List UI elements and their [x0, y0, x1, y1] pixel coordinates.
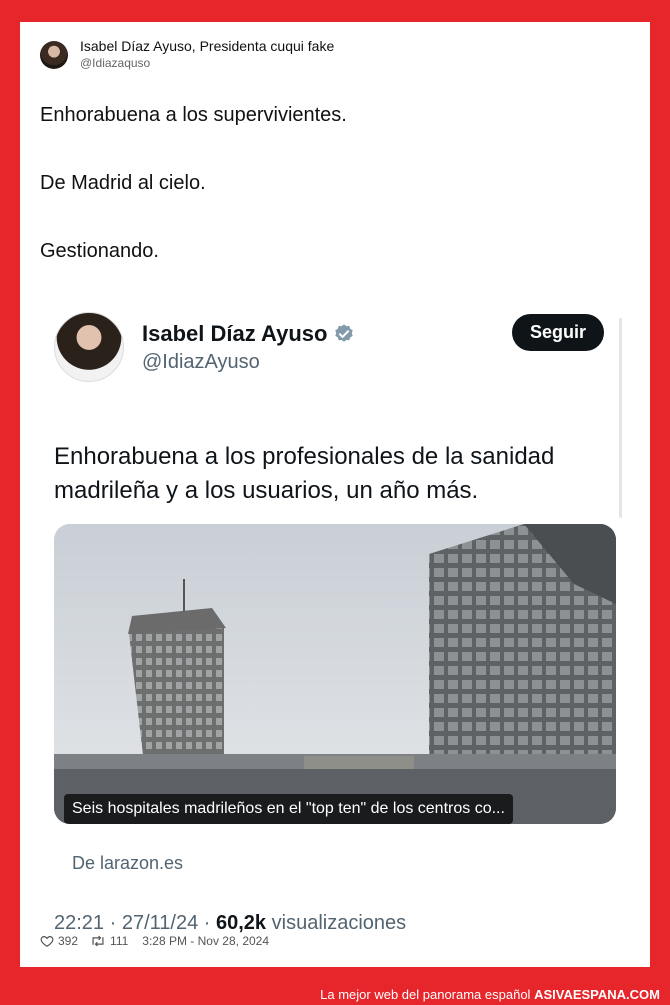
quoted-author-name[interactable]: Isabel Díaz Ayuso — [142, 321, 327, 347]
avatar[interactable] — [54, 312, 124, 382]
tweet-text-line-1: Enhorabuena a los supervivientes. — [40, 104, 347, 126]
avatar[interactable] — [40, 41, 68, 69]
likes-count: 392 — [58, 934, 79, 948]
meta-separator: · — [109, 912, 122, 934]
site-footer-text: La mejor web del panorama español ASIVAE… — [320, 987, 660, 1002]
tweet-text-line-2: De Madrid al cielo. — [40, 172, 206, 194]
card-caption: Seis hospitales madrileños en el "top te… — [64, 794, 513, 824]
quoted-tweet[interactable]: Isabel Díaz Ayuso @IdiazAyuso Seguir Enh… — [40, 294, 630, 934]
views-label: visualizaciones — [271, 912, 407, 934]
outer-author-name[interactable]: Isabel Díaz Ayuso, Presidenta cuqui fake — [80, 38, 334, 55]
site-name[interactable]: ASIVAESPANA.COM — [534, 987, 660, 1002]
link-preview-card[interactable]: Seis hospitales madrileños en el "top te… — [54, 524, 616, 824]
screenshot-frame: Isabel Díaz Ayuso, Presidenta cuqui fake… — [20, 22, 650, 967]
outer-timestamp: 3:28 PM - Nov 28, 2024 — [142, 934, 270, 948]
outer-tweet-header: Isabel Díaz Ayuso, Presidenta cuqui fake… — [40, 38, 334, 72]
tweet-text-line-3: Gestionando. — [40, 240, 159, 262]
quoted-author-handle[interactable]: @IdiazAyuso — [142, 351, 355, 374]
site-footer-bar: La mejor web del panorama español ASIVAE… — [0, 985, 670, 1005]
quoted-tweet-header: Isabel Díaz Ayuso @IdiazAyuso — [54, 312, 355, 382]
follow-button[interactable]: Seguir — [511, 314, 604, 351]
outer-tweet-footer: 392 111 3:28 PM - Nov 28, 2024 — [40, 934, 273, 948]
outer-author-handle[interactable]: @Idiazaquso — [80, 55, 334, 72]
quoted-tweet-meta: 22:21 · 27/11/24 · 60,2k visualizaciones — [54, 912, 406, 934]
hospital-photo — [54, 524, 616, 824]
retweet-icon[interactable] — [90, 934, 106, 948]
card-source-link[interactable]: De larazon.es — [72, 853, 183, 874]
quoted-tweet-text: Enhorabuena a los profesionales de la sa… — [54, 443, 555, 504]
meta-separator: · — [203, 912, 216, 934]
tweet-time[interactable]: 22:21 — [54, 912, 104, 934]
site-tagline: La mejor web del panorama español — [320, 987, 531, 1002]
heart-icon[interactable] — [40, 934, 54, 948]
tweet-date[interactable]: 27/11/24 — [122, 912, 198, 934]
scrollbar[interactable] — [619, 318, 622, 518]
views-count: 60,2k — [216, 912, 267, 934]
verified-badge-icon — [335, 323, 354, 342]
retweets-count: 111 — [110, 934, 129, 948]
